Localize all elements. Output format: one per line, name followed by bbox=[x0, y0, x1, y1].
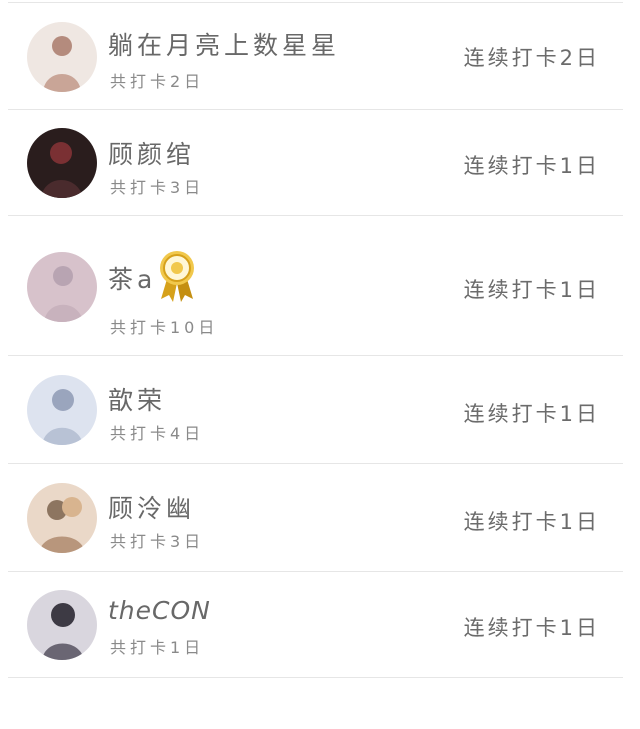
list-item-member[interactable]: 歆荣 共打卡4日 连续打卡1日 bbox=[8, 356, 623, 464]
member-name: 茶a bbox=[108, 265, 157, 294]
total-checkin-days: 共打卡4日 bbox=[110, 424, 205, 443]
streak-checkin-days: 连续打卡1日 bbox=[463, 616, 600, 640]
list-item-member[interactable]: 顾颜绾 共打卡3日 连续打卡1日 bbox=[8, 110, 623, 216]
streak-checkin-days: 连续打卡1日 bbox=[463, 154, 600, 178]
gold-medal-icon bbox=[156, 249, 198, 303]
streak-checkin-days: 连续打卡2日 bbox=[463, 46, 600, 70]
streak-checkin-days: 连续打卡1日 bbox=[463, 402, 600, 426]
member-name: 顾泠幽 bbox=[108, 494, 196, 523]
member-name: theCON bbox=[108, 596, 211, 625]
streak-checkin-days: 连续打卡1日 bbox=[463, 510, 600, 534]
total-checkin-days: 共打卡3日 bbox=[110, 178, 205, 197]
list-item-member[interactable]: theCON 共打卡1日 连续打卡1日 bbox=[8, 572, 623, 678]
total-checkin-days: 共打卡3日 bbox=[110, 532, 205, 551]
total-checkin-days: 共打卡2日 bbox=[110, 72, 205, 91]
list-item-member[interactable]: 顾泠幽 共打卡3日 连续打卡1日 bbox=[8, 464, 623, 572]
list-item-member[interactable]: 茶a 共打卡10日 连续打卡1日 bbox=[8, 216, 623, 356]
list-item-member[interactable]: 躺在月亮上数星星 共打卡2日 连续打卡2日 bbox=[8, 2, 623, 110]
total-checkin-days: 共打卡1日 bbox=[110, 638, 205, 657]
user-avatar[interactable] bbox=[27, 483, 97, 553]
streak-checkin-days: 连续打卡1日 bbox=[463, 278, 600, 302]
user-avatar[interactable] bbox=[27, 375, 97, 445]
user-avatar[interactable] bbox=[27, 590, 97, 660]
member-name: 歆荣 bbox=[108, 386, 167, 415]
member-name: 顾颜绾 bbox=[108, 140, 196, 169]
total-checkin-days: 共打卡10日 bbox=[110, 318, 219, 337]
user-avatar[interactable] bbox=[27, 128, 97, 198]
user-avatar[interactable] bbox=[27, 22, 97, 92]
user-avatar[interactable] bbox=[27, 252, 97, 322]
member-name: 躺在月亮上数星星 bbox=[108, 31, 341, 60]
